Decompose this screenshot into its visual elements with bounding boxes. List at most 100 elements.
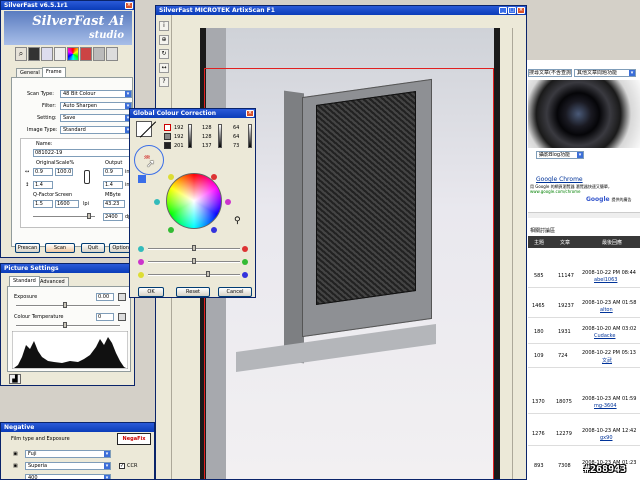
- close-icon[interactable]: ×: [517, 7, 525, 14]
- lock-icon[interactable]: [84, 170, 90, 184]
- exposure-field[interactable]: 0.00: [96, 293, 114, 301]
- row-user[interactable]: mg-3604: [594, 403, 617, 409]
- dpi-field[interactable]: 2400: [103, 213, 123, 221]
- scrollbar[interactable]: [528, 212, 640, 218]
- colour-wheel[interactable]: [166, 173, 222, 229]
- filter-select[interactable]: Auto Sharpen: [60, 102, 132, 110]
- green-marker[interactable]: [168, 227, 174, 233]
- yellow-marker[interactable]: [168, 174, 174, 180]
- selective-colour-icon[interactable]: [80, 47, 92, 61]
- row-user[interactable]: alton: [600, 307, 613, 313]
- tab-standard[interactable]: Standard: [9, 276, 40, 286]
- midtone-swatch[interactable]: [164, 133, 171, 140]
- green-slider-dot: [242, 259, 248, 265]
- exposure-slider-thumb[interactable]: [63, 302, 67, 308]
- red-slider-dot: [242, 246, 248, 252]
- global-colour-correction-window: Global Colour Correction × ♒ 192 128 64 …: [129, 108, 256, 298]
- original-width-field[interactable]: 0.9: [33, 168, 53, 176]
- hl-b: 201: [174, 143, 184, 149]
- ccr-checkbox[interactable]: ✓: [119, 463, 125, 469]
- search-box[interactable]: 搜尋文章(不含查詢): [528, 69, 572, 77]
- rotate-icon[interactable]: ↻: [159, 49, 169, 59]
- minimize-icon[interactable]: _: [499, 7, 507, 14]
- colour-wheel-icon[interactable]: [67, 47, 79, 61]
- maximize-icon[interactable]: □: [508, 7, 516, 14]
- film-type-select[interactable]: Superia: [25, 462, 111, 470]
- help-icon[interactable]: ?: [159, 77, 169, 87]
- name-field[interactable]: 081022-19: [33, 149, 133, 157]
- quit-button[interactable]: Quit: [81, 243, 105, 253]
- row-user[interactable]: abel1063: [594, 277, 617, 283]
- histogram-tool-icon[interactable]: ▟: [9, 374, 21, 384]
- row-user[interactable]: 文武: [602, 357, 612, 364]
- shadow-swatch[interactable]: [164, 142, 171, 149]
- search-option-select[interactable]: 其他文章問題功能: [574, 69, 636, 77]
- yellow-blue-slider[interactable]: [148, 274, 240, 276]
- row-user[interactable]: gx90: [600, 435, 613, 441]
- forum-table-row[interactable]: 1276 12279 2008-10-23 AM 12:42 gx90: [528, 418, 640, 446]
- mouse-cursor-icon: ➚: [146, 157, 156, 170]
- silverfast-title-bar: SilverFast v6.5.1r1 ×: [1, 1, 134, 10]
- ok-button[interactable]: OK: [138, 287, 164, 297]
- image-type-select[interactable]: Standard: [60, 126, 132, 134]
- highlight-swatch[interactable]: [164, 124, 171, 131]
- tab-general[interactable]: General: [16, 68, 44, 77]
- tab-advanced[interactable]: Advanced: [36, 277, 69, 286]
- blog-function-select[interactable]: 攝影Blog功能: [536, 151, 584, 159]
- forum-table-row[interactable]: 1465 19237 2008-10-23 AM 01:58 alton: [528, 290, 640, 318]
- resolution-slider-thumb[interactable]: [87, 213, 91, 219]
- output-width-field[interactable]: 0.9: [103, 168, 123, 176]
- scale-field[interactable]: 100.0: [55, 168, 73, 176]
- cyan-marker[interactable]: [154, 199, 160, 205]
- exposure-reset-icon[interactable]: [118, 293, 126, 301]
- temperature-reset-icon[interactable]: [118, 313, 126, 321]
- row-user[interactable]: Cudacke: [594, 333, 615, 339]
- colour-temperature-thumb[interactable]: [63, 322, 67, 328]
- histogram-icon[interactable]: [41, 47, 53, 61]
- scan-type-select[interactable]: 48 Bit Colour: [60, 90, 132, 98]
- mid-meter: [218, 124, 222, 148]
- exposure-select[interactable]: 400: [25, 474, 111, 479]
- close-icon[interactable]: ×: [246, 110, 254, 117]
- auto-adjust-icon[interactable]: [28, 47, 40, 61]
- flip-icon[interactable]: ↔: [159, 63, 169, 73]
- scan-button[interactable]: Scan: [45, 243, 75, 253]
- tab-frame[interactable]: Frame: [42, 67, 66, 77]
- screen-label: Screen: [55, 192, 73, 198]
- resolution-slider[interactable]: [33, 216, 95, 218]
- yellow-blue-thumb[interactable]: [206, 271, 210, 277]
- manufacturer-select[interactable]: Fuji: [25, 450, 111, 458]
- qfactor-field[interactable]: 1.5: [33, 200, 53, 208]
- original-height-field[interactable]: 1.4: [33, 181, 53, 189]
- exposure-slider[interactable]: [16, 305, 120, 307]
- name-label: Name:: [36, 141, 53, 147]
- cyan-red-thumb[interactable]: [192, 245, 196, 251]
- settings-icon[interactable]: [106, 47, 118, 61]
- setting-select[interactable]: Save: [60, 114, 132, 122]
- magnifier-icon[interactable]: ⌕: [15, 47, 27, 61]
- gradation-icon[interactable]: [54, 47, 66, 61]
- google-chrome-link[interactable]: Google Chrome: [536, 176, 583, 183]
- colour-temperature-field[interactable]: 0: [96, 313, 114, 321]
- output-height-field[interactable]: 1.4: [103, 181, 123, 189]
- blue-marker[interactable]: [211, 227, 217, 233]
- forum-table-row[interactable]: 1370 18075 2008-10-23 AM 01:59 mg-3604: [528, 386, 640, 414]
- screen-field[interactable]: 1600: [55, 200, 79, 208]
- prescan-button[interactable]: Prescan: [15, 243, 40, 253]
- magenta-green-thumb[interactable]: [192, 258, 196, 264]
- forum-table-row[interactable]: 109 724 2008-10-22 PM 05:13 文武: [528, 340, 640, 368]
- magenta-marker[interactable]: [225, 199, 231, 205]
- info-icon[interactable]: i: [159, 21, 169, 31]
- sharpen-icon[interactable]: [93, 47, 105, 61]
- close-icon[interactable]: ×: [125, 2, 133, 9]
- reset-button[interactable]: Reset: [176, 287, 210, 297]
- colour-temperature-slider[interactable]: [16, 325, 120, 327]
- picker-arrow-icon[interactable]: [138, 175, 146, 183]
- red-marker[interactable]: [211, 174, 217, 180]
- plug-icon[interactable]: ⚲: [234, 215, 244, 227]
- zoom-icon[interactable]: ⊕: [159, 35, 169, 45]
- cancel-button[interactable]: Cancel: [218, 287, 252, 297]
- negative-title-bar: Negative: [1, 423, 154, 432]
- google-brand-name: Google: [586, 196, 610, 203]
- forum-table-row[interactable]: 585 11147 2008-10-22 PM 08:44 abel1063: [528, 260, 640, 288]
